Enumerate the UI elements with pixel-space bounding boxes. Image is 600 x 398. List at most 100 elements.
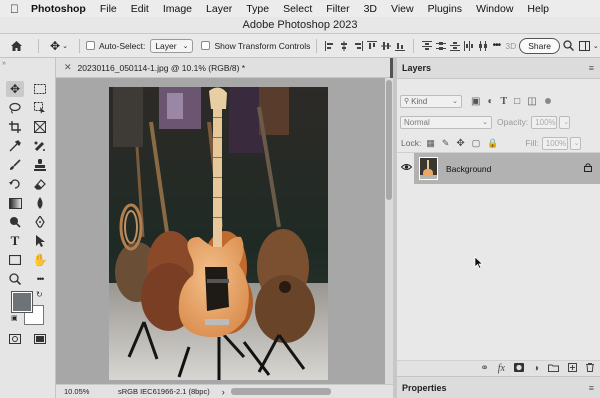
horizontal-scrollbar[interactable] bbox=[230, 388, 331, 395]
gradient-tool-icon[interactable] bbox=[6, 195, 24, 211]
type-tool-icon[interactable]: T bbox=[6, 233, 24, 249]
menu-file[interactable]: File bbox=[100, 3, 117, 15]
menu-select[interactable]: Select bbox=[283, 3, 312, 15]
menu-3d[interactable]: 3D bbox=[364, 3, 377, 15]
menu-plugins[interactable]: Plugins bbox=[428, 3, 462, 15]
distribute-top-icon[interactable] bbox=[420, 34, 434, 58]
history-brush-tool-icon[interactable] bbox=[6, 176, 24, 192]
frame-tool-icon[interactable] bbox=[31, 119, 49, 135]
new-layer-icon[interactable] bbox=[568, 363, 577, 374]
blur-tool-icon[interactable] bbox=[31, 195, 49, 211]
layer-lock-icon[interactable] bbox=[584, 163, 592, 174]
more-tools-icon[interactable]: ••• bbox=[31, 271, 49, 287]
lock-artboard-icon[interactable]: ▢ bbox=[472, 138, 481, 149]
distribute-middle-icon[interactable] bbox=[434, 34, 448, 58]
move-tool-preset-icon[interactable]: ✥ ⌄ bbox=[45, 34, 73, 58]
apple-icon[interactable]:  bbox=[10, 2, 19, 16]
move-tool-icon[interactable]: ✥ bbox=[6, 81, 24, 97]
blend-mode-dropdown[interactable]: Normal ⌄ bbox=[400, 115, 492, 129]
menu-photoshop[interactable]: Photoshop bbox=[31, 3, 86, 15]
properties-tab[interactable]: Properties bbox=[402, 383, 447, 393]
panel-menu-icon[interactable]: ≡ bbox=[589, 63, 594, 73]
align-top-icon[interactable] bbox=[365, 34, 379, 58]
share-button[interactable]: Share bbox=[519, 37, 560, 54]
pen-tool-icon[interactable] bbox=[31, 214, 49, 230]
filter-pixel-icon[interactable]: ▣ bbox=[471, 96, 480, 107]
crop-tool-icon[interactable] bbox=[6, 119, 24, 135]
foreground-color-swatch[interactable] bbox=[11, 291, 33, 313]
collapse-icon[interactable]: » bbox=[2, 60, 6, 67]
filter-type-icon[interactable]: T bbox=[501, 96, 508, 107]
brush-tool-icon[interactable] bbox=[6, 157, 24, 173]
distribute-center-icon[interactable] bbox=[476, 34, 490, 58]
visibility-eye-icon[interactable] bbox=[400, 163, 413, 173]
dodge-tool-icon[interactable] bbox=[6, 214, 24, 230]
distribute-left-icon[interactable] bbox=[462, 34, 476, 58]
menu-image[interactable]: Image bbox=[163, 3, 192, 15]
add-mask-icon[interactable] bbox=[513, 363, 524, 374]
scrollbar-thumb[interactable] bbox=[386, 80, 392, 200]
path-selection-tool-icon[interactable] bbox=[31, 233, 49, 249]
menu-type[interactable]: Type bbox=[246, 3, 269, 15]
chevron-right-icon[interactable]: › bbox=[222, 387, 225, 397]
home-icon[interactable] bbox=[0, 34, 32, 58]
close-icon[interactable]: ✕ bbox=[64, 62, 72, 73]
fill-input[interactable]: 100% bbox=[541, 136, 568, 150]
link-layers-icon[interactable]: ⚭ bbox=[480, 363, 488, 374]
opacity-input[interactable]: 100% bbox=[531, 115, 558, 129]
new-group-icon[interactable] bbox=[548, 364, 559, 374]
rectangle-tool-icon[interactable] bbox=[6, 252, 24, 268]
more-options-icon[interactable]: ••• bbox=[490, 34, 502, 58]
artboard-tool-icon[interactable] bbox=[31, 81, 49, 97]
zoom-level[interactable]: 10.05% bbox=[64, 387, 112, 396]
align-middle-icon[interactable] bbox=[379, 34, 393, 58]
layer-name[interactable]: Background bbox=[446, 164, 491, 174]
quick-mask-icon[interactable] bbox=[6, 331, 24, 347]
eraser-tool-icon[interactable] bbox=[31, 176, 49, 192]
menu-layer[interactable]: Layer bbox=[206, 3, 232, 15]
filter-smart-object-icon[interactable]: ◫ bbox=[527, 96, 536, 107]
fx-icon[interactable]: fx bbox=[498, 363, 505, 374]
clone-stamp-tool-icon[interactable] bbox=[31, 157, 49, 173]
opacity-dropdown[interactable]: ⌄ bbox=[559, 115, 571, 129]
workspace-icon[interactable] bbox=[578, 34, 592, 58]
default-colors-icon[interactable]: ▣ bbox=[11, 314, 18, 322]
screen-mode-icon[interactable] bbox=[31, 331, 49, 347]
layers-tab[interactable]: Layers bbox=[402, 63, 431, 73]
filter-shape-icon[interactable]: □ bbox=[514, 96, 520, 107]
hand-tool-icon[interactable]: ✋ bbox=[31, 252, 49, 268]
filter-adjustment-icon[interactable]: ◐ bbox=[487, 96, 493, 107]
menu-view[interactable]: View bbox=[391, 3, 414, 15]
align-bottom-icon[interactable] bbox=[393, 34, 407, 58]
auto-select-dropdown[interactable]: Layer ⌄ bbox=[150, 38, 194, 53]
show-transform-checkbox[interactable] bbox=[201, 41, 211, 50]
menu-edit[interactable]: Edit bbox=[131, 3, 149, 15]
auto-select-checkbox[interactable] bbox=[86, 41, 95, 50]
filter-toggle-icon[interactable] bbox=[544, 98, 551, 104]
swap-colors-icon[interactable]: ↻ bbox=[36, 290, 43, 299]
align-right-icon[interactable] bbox=[351, 34, 365, 58]
vertical-scrollbar[interactable] bbox=[385, 78, 393, 384]
canvas-area[interactable] bbox=[56, 78, 385, 384]
spot-healing-tool-icon[interactable] bbox=[31, 138, 49, 154]
document-canvas[interactable] bbox=[109, 87, 328, 380]
panel-menu-icon[interactable]: ≡ bbox=[589, 383, 594, 393]
layer-row-background[interactable]: Background bbox=[414, 153, 600, 184]
fill-dropdown[interactable]: ⌄ bbox=[569, 136, 581, 150]
object-selection-tool-icon[interactable] bbox=[31, 100, 49, 116]
align-center-icon[interactable] bbox=[337, 34, 351, 58]
lock-all-icon[interactable]: 🔒 bbox=[487, 138, 498, 149]
menu-help[interactable]: Help bbox=[527, 3, 549, 15]
menu-filter[interactable]: Filter bbox=[326, 3, 349, 15]
chevron-down-icon[interactable]: ⌄ bbox=[593, 42, 599, 50]
eyedropper-tool-icon[interactable] bbox=[6, 138, 24, 154]
menu-window[interactable]: Window bbox=[476, 3, 513, 15]
document-tab[interactable]: ✕ 20230116_050114-1.jpg @ 10.1% (RGB/8) … bbox=[56, 58, 390, 78]
zoom-tool-icon[interactable] bbox=[6, 271, 24, 287]
delete-layer-icon[interactable] bbox=[586, 363, 594, 374]
align-left-icon[interactable] bbox=[323, 34, 337, 58]
distribute-bottom-icon[interactable] bbox=[448, 34, 462, 58]
lasso-tool-icon[interactable] bbox=[6, 100, 24, 116]
adjustment-layer-icon[interactable]: ◑ bbox=[533, 363, 539, 374]
lock-transparent-icon[interactable]: ▦ bbox=[426, 138, 435, 149]
